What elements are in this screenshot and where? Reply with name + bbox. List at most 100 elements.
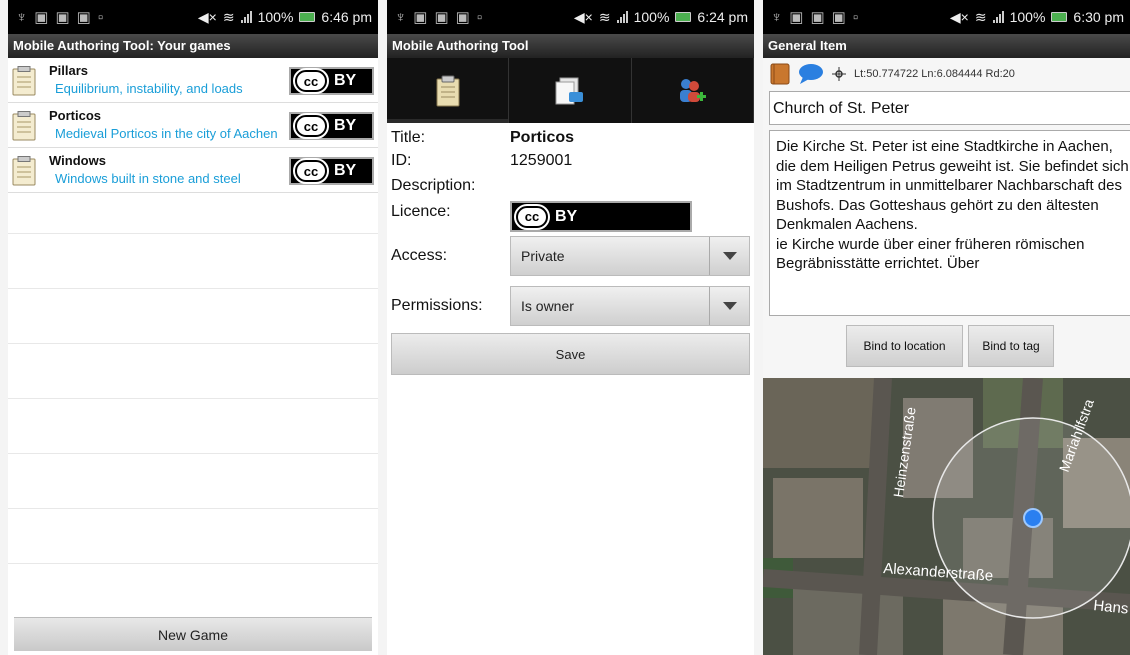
usb-icon: ♆ <box>771 8 783 26</box>
game-title: Pillars <box>49 63 89 78</box>
licence-badge[interactable]: cc BY <box>510 201 692 232</box>
game-description: Medieval Porticos in the city of Aachen <box>55 126 278 141</box>
battery-percent: 100% <box>1009 9 1046 25</box>
dropdown-arrow-icon <box>709 237 749 275</box>
item-toolbar: Lt:50.774722 Ln:6.084444 Rd:20 <box>763 58 1130 90</box>
clock: 6:24 pm <box>697 9 748 25</box>
title-value: Porticos <box>510 129 575 146</box>
game-description: Windows built in stone and steel <box>55 171 241 186</box>
game-list-item[interactable]: Windows Windows built in stone and steel c… <box>8 148 378 193</box>
battery-icon <box>1051 12 1068 22</box>
game-list-item[interactable]: Pillars Equilibrium, instability, and loa… <box>8 58 378 103</box>
signal-icon <box>240 11 252 23</box>
notification-icons: ♆ ▣ ▣ ▣ ▫ <box>16 8 104 27</box>
mute-icon: ◀× <box>573 8 593 25</box>
game-list-item[interactable]: Porticos Medieval Porticos in the city of… <box>8 103 378 148</box>
app-title-bar: General Item <box>763 34 1130 58</box>
access-select[interactable]: Private <box>510 236 750 276</box>
add-users-icon <box>680 78 707 102</box>
status-bar: ♆ ▣ ▣ ▣ ▫ ◀× ≋ 100% 6:30 pm <box>763 0 1130 34</box>
clock: 6:30 pm <box>1073 9 1124 25</box>
dropdown-arrow-icon <box>709 287 749 325</box>
cc-by-label: BY <box>334 162 357 179</box>
tab-export[interactable] <box>509 58 632 123</box>
phone-screen-games-list: ♆ ▣ ▣ ▣ ▫ ◀× ≋ 100% 6:46 pm Mobile Autho… <box>8 0 378 655</box>
title-label: Title: <box>391 129 426 146</box>
usb-icon: ♆ <box>395 8 407 26</box>
item-description-textarea[interactable]: Die Kirche St. Peter ist eine Stadtkirch… <box>769 130 1130 316</box>
permissions-select[interactable]: Is owner <box>510 286 750 326</box>
wifi-icon: ≋ <box>598 8 611 25</box>
cc-by-label: BY <box>334 117 357 134</box>
tab-bar <box>387 58 754 123</box>
signal-icon <box>992 11 1004 23</box>
item-name-input[interactable]: Church of St. Peter <box>769 91 1130 125</box>
access-label: Access: <box>391 247 448 264</box>
permissions-label: Permissions: <box>391 297 483 314</box>
game-description: Equilibrium, instability, and loads <box>55 81 243 96</box>
bind-to-location-button[interactable]: Bind to location <box>846 325 963 367</box>
notification-icon: ▫ <box>97 8 104 26</box>
satellite-map[interactable]: Heinzenstraße Mariahilfstra Alexanderstr… <box>763 378 1130 655</box>
cc-license-badge[interactable]: cc BY <box>289 112 374 140</box>
battery-icon <box>299 12 316 22</box>
clipboard-icon <box>12 66 36 96</box>
mute-icon: ◀× <box>949 8 969 25</box>
access-value: Private <box>521 248 565 264</box>
document-export-icon <box>555 77 583 104</box>
notification-icon: ▫ <box>852 8 859 26</box>
image-icon: ▣ <box>455 9 470 26</box>
battery-icon <box>675 12 692 22</box>
clipboard-icon <box>12 111 36 141</box>
coordinates-readout: Lt:50.774722 Ln:6.084444 Rd:20 <box>854 68 1015 80</box>
phone-screen-game-details: ♆ ▣ ▣ ▣ ▫ ◀× ≋ 100% 6:24 pm Mobile Autho… <box>387 0 754 655</box>
status-bar: ♆ ▣ ▣ ▣ ▫ ◀× ≋ 100% 6:46 pm <box>8 0 378 34</box>
id-value: 1259001 <box>510 152 573 169</box>
speech-bubble-icon[interactable] <box>798 63 824 85</box>
game-title: Windows <box>49 153 106 168</box>
wifi-icon: ≋ <box>974 8 987 25</box>
map-canvas: Heinzenstraße Mariahilfstra Alexanderstr… <box>763 378 1130 655</box>
cc-by-label: BY <box>555 207 578 225</box>
map-label-street4: Hans <box>1093 597 1130 618</box>
calendar-icon: ▣ <box>434 9 449 26</box>
clock: 6:46 pm <box>321 9 372 25</box>
cc-logo: cc <box>293 68 329 94</box>
wifi-icon: ≋ <box>222 8 235 25</box>
calendar-icon: ▣ <box>55 9 70 26</box>
battery-percent: 100% <box>257 9 294 25</box>
notification-icon: ▫ <box>476 8 483 26</box>
tab-users[interactable] <box>632 58 754 123</box>
image-icon: ▣ <box>831 9 846 26</box>
new-game-button[interactable]: New Game <box>14 617 372 651</box>
app-title-bar: Mobile Authoring Tool: Your games <box>8 34 378 58</box>
cc-logo: cc <box>514 203 550 230</box>
cc-license-badge[interactable]: cc BY <box>289 67 374 95</box>
battery-percent: 100% <box>633 9 670 25</box>
android-icon: ▣ <box>413 9 428 26</box>
crosshair-icon[interactable] <box>832 67 846 81</box>
licence-label: Licence: <box>391 203 451 220</box>
game-title: Porticos <box>49 108 102 123</box>
save-button[interactable]: Save <box>391 333 750 375</box>
bind-to-tag-button[interactable]: Bind to tag <box>968 325 1054 367</box>
clipboard-icon <box>436 75 460 106</box>
cc-by-label: BY <box>334 72 357 89</box>
signal-icon <box>616 11 628 23</box>
app-title-bar: Mobile Authoring Tool <box>387 34 754 58</box>
location-marker <box>1023 508 1043 528</box>
mute-icon: ◀× <box>197 8 217 25</box>
android-icon: ▣ <box>34 9 49 26</box>
book-icon[interactable] <box>770 63 790 85</box>
tab-details[interactable] <box>387 58 510 123</box>
usb-icon: ♆ <box>16 8 28 26</box>
calendar-icon: ▣ <box>810 9 825 26</box>
clipboard-icon <box>12 156 36 186</box>
cc-logo: cc <box>293 113 329 139</box>
permissions-value: Is owner <box>521 298 574 314</box>
cc-license-badge[interactable]: cc BY <box>289 157 374 185</box>
id-label: ID: <box>391 152 412 169</box>
cc-logo: cc <box>293 158 329 184</box>
status-bar: ♆ ▣ ▣ ▣ ▫ ◀× ≋ 100% 6:24 pm <box>387 0 754 34</box>
android-icon: ▣ <box>789 9 804 26</box>
